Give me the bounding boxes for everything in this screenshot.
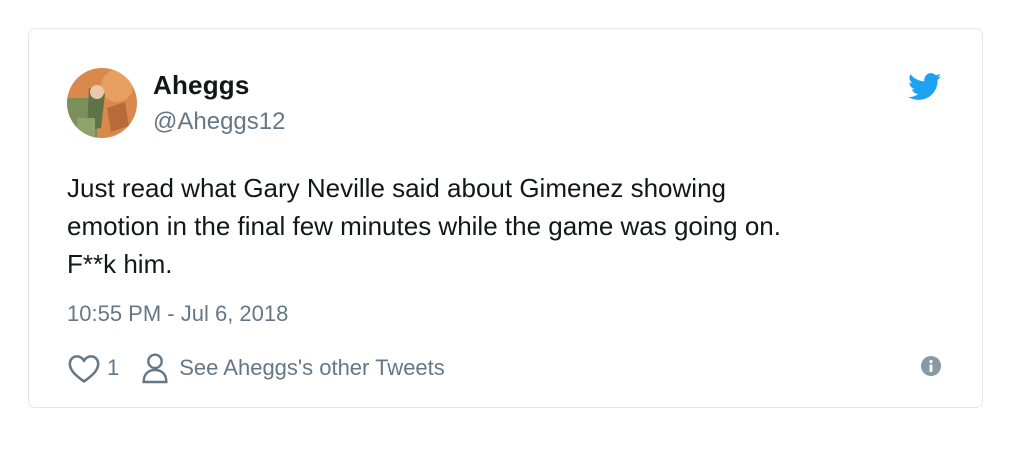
see-other-tweets-link[interactable]: See Aheggs's other Tweets bbox=[141, 352, 445, 384]
display-name[interactable]: Aheggs bbox=[153, 70, 250, 101]
avatar[interactable] bbox=[67, 68, 137, 138]
tweet-text: Just read what Gary Neville said about G… bbox=[67, 169, 947, 283]
tweet-text-line: Just read what Gary Neville said about G… bbox=[67, 173, 726, 203]
heart-outline-icon bbox=[68, 355, 100, 384]
person-outline-icon bbox=[142, 353, 168, 384]
tweet-actions: 1 See Aheggs's other Tweets bbox=[67, 351, 445, 385]
info-circle-icon[interactable] bbox=[920, 355, 942, 377]
embedded-tweet-card: Aheggs @Aheggs12 Just read what Gary Nev… bbox=[28, 28, 983, 408]
avatar-image bbox=[67, 68, 137, 138]
see-other-tweets-label: See Aheggs's other Tweets bbox=[179, 355, 445, 380]
twitter-bird-icon[interactable] bbox=[908, 73, 942, 101]
user-handle[interactable]: @Aheggs12 bbox=[153, 108, 285, 136]
tweet-timestamp[interactable]: 10:55 PM - Jul 6, 2018 bbox=[67, 301, 288, 327]
like-button[interactable]: 1 bbox=[67, 352, 119, 384]
tweet-text-line: emotion in the final few minutes while t… bbox=[67, 211, 781, 241]
tweet-text-line: F**k him. bbox=[67, 249, 173, 279]
like-count: 1 bbox=[107, 355, 120, 380]
